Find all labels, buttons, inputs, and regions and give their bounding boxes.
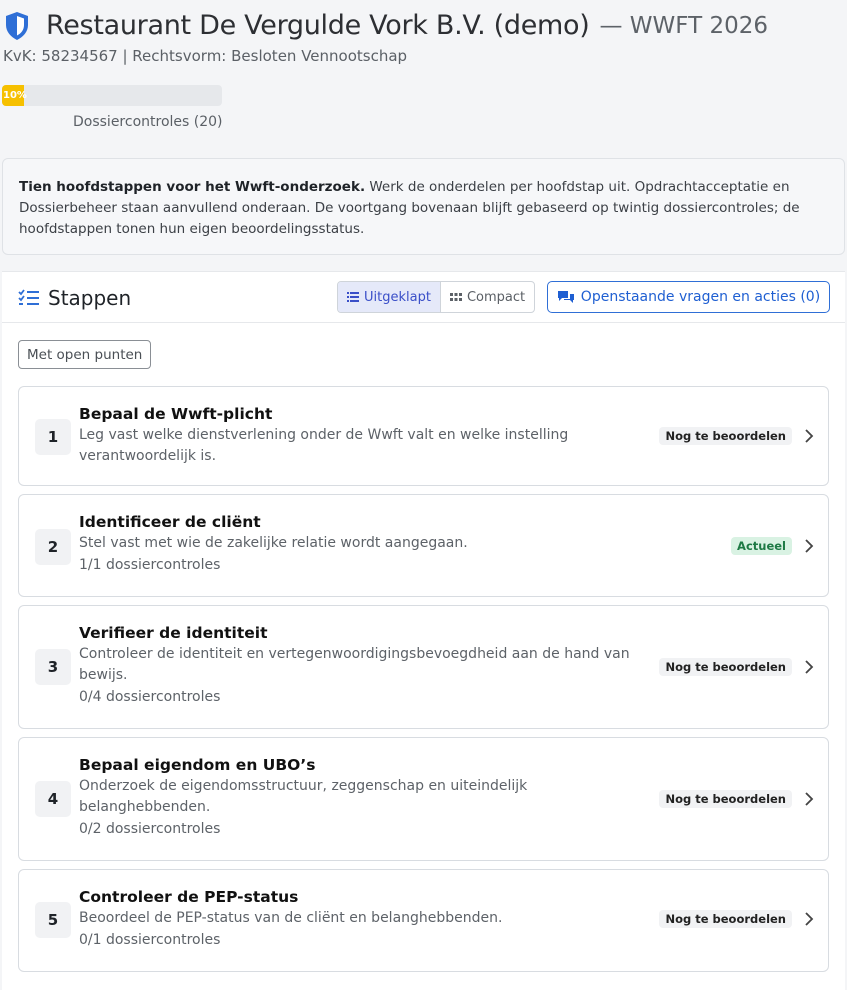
step-control-count: 0/2 dossiercontroles	[79, 821, 221, 837]
step-number: 1	[35, 419, 71, 455]
panel-title-text: Stappen	[48, 286, 132, 310]
status-badge: Nog te beoordelen	[659, 790, 792, 808]
panel-title: Stappen	[18, 286, 131, 310]
progress-fill: 10%	[2, 85, 27, 106]
step-body: Bepaal eigendom en UBO’s Onderzoek de eig…	[79, 756, 649, 840]
chevron-right-icon	[805, 660, 814, 674]
status-badge: Actueel	[731, 537, 792, 555]
step-number: 2	[35, 529, 71, 565]
step-card[interactable]: 2 Identificeer de cliënt Stel vast met wie…	[18, 494, 829, 597]
step-title: Identificeer de cliënt	[79, 513, 261, 531]
step-card[interactable]: 3 Verifieer de identiteit Controleer de id…	[18, 605, 829, 729]
info-heading: Tien hoofdstappen voor het Wwft-onderzoe…	[19, 179, 366, 195]
step-description: Controleer de identiteit en vertegenwoor…	[79, 646, 630, 683]
view-toggle: Uitgeklapt Compact	[337, 281, 536, 313]
progress-bar: 10%	[2, 85, 222, 106]
step-title: Controleer de PEP-status	[79, 888, 299, 906]
open-questions-label: Openstaande vragen en acties (0)	[580, 289, 821, 305]
step-body: Verifieer de identiteit Controleer de ide…	[79, 624, 649, 708]
step-card[interactable]: 1 Bepaal de Wwft-plicht Leg vast welke die…	[18, 386, 829, 486]
view-compact-label: Compact	[466, 289, 526, 305]
step-body: Bepaal de Wwft-plicht Leg vast welke dien…	[79, 405, 649, 467]
panel-header: Stappen Uitgeklapt Compact Openstaande v…	[2, 272, 845, 323]
chat-icon	[557, 290, 574, 303]
step-control-count: 0/1 dossiercontroles	[79, 932, 221, 948]
open-items-filter-button[interactable]: Met open punten	[18, 340, 152, 369]
info-box: Tien hoofdstappen voor het Wwft-onderzoe…	[2, 158, 845, 255]
step-body: Identificeer de cliënt Stel vast met wie …	[79, 513, 649, 576]
view-expanded-label: Uitgeklapt	[364, 289, 431, 305]
status-badge: Nog te beoordelen	[659, 427, 792, 445]
steps-panel: Stappen Uitgeklapt Compact Openstaande v…	[2, 271, 845, 990]
status-badge: Nog te beoordelen	[659, 658, 792, 676]
step-number: 3	[35, 649, 71, 685]
chevron-right-icon	[805, 912, 814, 926]
step-title: Verifieer de identiteit	[79, 624, 268, 642]
dossier-year: — WWFT 2026	[599, 12, 769, 39]
view-compact-button[interactable]: Compact	[441, 282, 534, 312]
step-description: Onderzoek de eigendomsstructuur, zeggens…	[79, 778, 528, 815]
step-control-count: 0/4 dossiercontroles	[79, 689, 221, 705]
progress-caption: Dossiercontroles (20)	[73, 114, 223, 130]
step-number: 4	[35, 781, 71, 817]
step-number: 5	[35, 902, 71, 938]
list-icon	[347, 292, 359, 302]
shield-icon	[6, 11, 28, 40]
company-registration: KvK: 58234567 | Rechtsvorm: Besloten Ven…	[3, 47, 408, 65]
step-body: Controleer de PEP-status Beoordeel de PEP…	[79, 888, 649, 951]
step-title: Bepaal eigendom en UBO’s	[79, 756, 316, 774]
open-questions-button[interactable]: Openstaande vragen en acties (0)	[547, 281, 830, 313]
company-name: Restaurant De Vergulde Vork B.V. (demo)	[46, 10, 590, 41]
step-description: Leg vast welke dienstverlening onder de …	[79, 427, 569, 464]
view-expanded-button[interactable]: Uitgeklapt	[338, 282, 441, 312]
step-description: Beoordeel de PEP-status van de cliënt en…	[79, 910, 503, 926]
step-description: Stel vast met wie de zakelijke relatie w…	[79, 535, 468, 551]
chevron-right-icon	[805, 792, 814, 806]
checklist-icon	[18, 289, 39, 305]
status-badge: Nog te beoordelen	[659, 910, 792, 928]
chevron-right-icon	[805, 429, 814, 443]
chevron-right-icon	[805, 539, 814, 553]
step-title: Bepaal de Wwft-plicht	[79, 405, 273, 423]
page-header: Restaurant De Vergulde Vork B.V. (demo) …	[0, 0, 847, 150]
title-row: Restaurant De Vergulde Vork B.V. (demo) …	[4, 10, 768, 41]
grid-icon	[449, 292, 462, 301]
step-control-count: 1/1 dossiercontroles	[79, 557, 221, 573]
step-card[interactable]: 4 Bepaal eigendom en UBO’s Onderzoek de ei…	[18, 737, 829, 861]
step-card[interactable]: 5 Controleer de PEP-status Beoordeel de PE…	[18, 869, 829, 972]
